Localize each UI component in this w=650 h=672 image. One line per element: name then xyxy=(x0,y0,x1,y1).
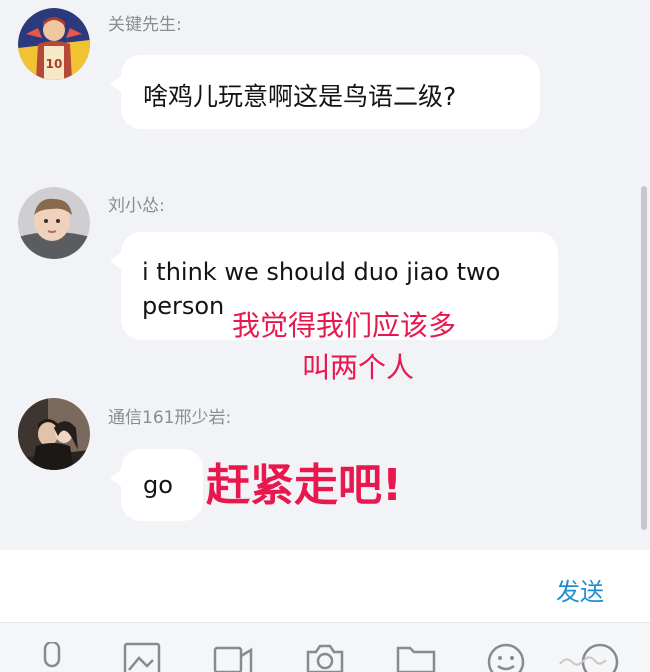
couple-photo-avatar xyxy=(18,398,90,470)
basketball-player-avatar: 10 xyxy=(18,8,90,80)
avatar-user-2[interactable] xyxy=(18,187,90,259)
folder-icon[interactable] xyxy=(396,642,436,672)
send-button[interactable]: 发送 xyxy=(556,572,604,607)
message-text-line-1: i think we should duo jiao two xyxy=(142,258,501,286)
video-icon[interactable] xyxy=(213,642,255,672)
message-bubble[interactable]: 啥鸡儿玩意啊这是鸟语二级? xyxy=(110,55,540,129)
translation-annotation-line-2: 叫两个人 xyxy=(302,351,415,384)
child-photo-avatar xyxy=(18,187,90,259)
svg-text:10: 10 xyxy=(46,57,63,71)
message-input-bar[interactable] xyxy=(0,550,650,622)
avatar-user-3[interactable] xyxy=(18,398,90,470)
translation-annotation: 赶紧走吧! xyxy=(206,460,403,511)
image-icon[interactable] xyxy=(123,642,161,672)
microphone-icon[interactable] xyxy=(34,642,70,672)
message-text-line-2: person xyxy=(142,292,225,320)
sender-name: 刘小怂: xyxy=(108,196,165,216)
message-text: go xyxy=(143,471,173,499)
translation-annotation-line-1: 我觉得我们应该多 xyxy=(232,309,457,342)
camera-icon[interactable] xyxy=(306,642,344,672)
emoji-icon[interactable] xyxy=(486,642,526,672)
watermark-swirl-icon xyxy=(558,652,608,672)
message-bubble[interactable]: go xyxy=(110,449,203,521)
avatar-user-1[interactable]: 10 xyxy=(18,8,90,80)
scrollbar[interactable] xyxy=(641,186,647,530)
sender-name: 通信161邢少岩: xyxy=(108,408,232,428)
message-text: 啥鸡儿玩意啊这是鸟语二级? xyxy=(143,82,457,111)
sender-name: 关键先生: xyxy=(108,15,182,35)
